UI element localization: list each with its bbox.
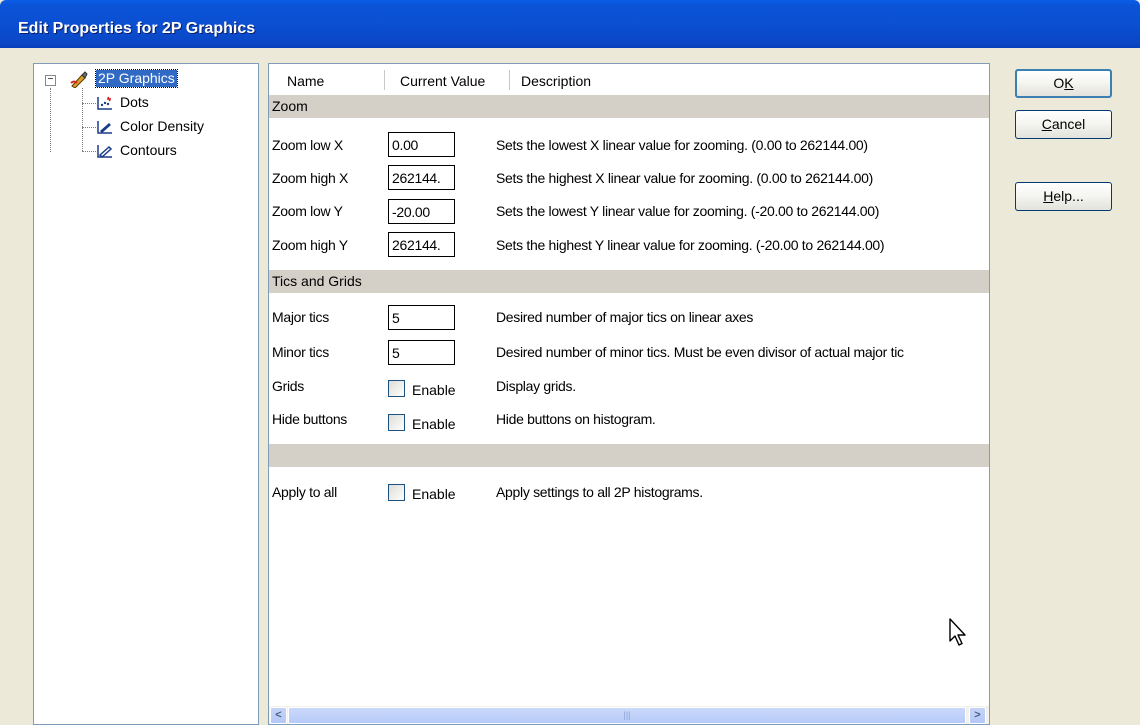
row-description: Desired number of minor tics. Must be ev… [496,344,904,360]
tree-connector [82,88,83,151]
section-blank [269,444,989,467]
row-description: Display grids. [496,378,576,394]
ok-button-label: OK [1053,75,1074,91]
mouse-pointer-icon [948,617,968,650]
help-button[interactable]: Help... [1015,182,1112,211]
checkbox-label[interactable]: Enable [412,382,456,398]
tree-connector [82,151,96,152]
grid-header: Name Current Value Description [269,64,989,94]
row-description: Hide buttons on histogram. [496,411,656,427]
zoom-low-y-input[interactable]: -20.00 [388,199,455,224]
category-tree[interactable]: − 2P Graphics Dots Color Density Contour… [33,63,259,725]
row-label-apply-to-all: Apply to all [272,484,337,500]
row-label-zoom-low-x: Zoom low X [272,137,343,153]
collapse-icon[interactable]: − [45,75,56,86]
row-description: Sets the lowest X linear value for zoomi… [496,137,868,153]
tree-connector [50,88,51,152]
window-title: Edit Properties for 2P Graphics [18,20,256,37]
column-header-current-value[interactable]: Current Value [400,73,485,89]
color-density-plot-icon [96,119,114,135]
major-tics-input[interactable]: 5 [388,305,455,330]
help-button-label: Help... [1043,188,1084,204]
row-description: Sets the highest X linear value for zoom… [496,170,873,186]
dot-plot-icon [96,95,114,111]
row-label-grids: Grids [272,378,304,394]
row-label-hide-buttons: Hide buttons [272,411,348,427]
scroll-left-arrow-icon[interactable]: < [270,707,287,724]
checkbox-label[interactable]: Enable [412,486,456,502]
row-description: Desired number of major tics on linear a… [496,309,754,325]
tree-connector [82,127,96,128]
row-label-zoom-low-y: Zoom low Y [272,203,343,219]
column-header-description[interactable]: Description [521,73,591,89]
cancel-button-label: Cancel [1041,116,1086,132]
ok-button[interactable]: OK [1015,69,1112,98]
column-divider[interactable] [384,70,385,90]
apply-to-all-checkbox[interactable] [388,484,405,501]
title-bar[interactable]: Edit Properties for 2P Graphics [0,0,1140,48]
row-description: Sets the lowest Y linear value for zoomi… [496,203,880,219]
property-grid[interactable]: Name Current Value Description Zoom Zoom… [268,63,990,725]
zoom-low-x-input[interactable]: 0.00 [388,132,455,157]
tree-connector [82,103,96,104]
row-label-zoom-high-y: Zoom high Y [272,237,348,253]
checkbox-label[interactable]: Enable [412,416,456,432]
section-tics-and-grids: Tics and Grids [269,270,989,293]
hide-buttons-checkbox[interactable] [388,414,405,431]
tree-item-label: Contours [120,142,177,158]
column-divider[interactable] [509,70,510,90]
column-header-name[interactable]: Name [287,73,324,89]
row-description: Apply settings to all 2P histograms. [496,484,703,500]
row-label-minor-tics: Minor tics [272,344,329,360]
cancel-button[interactable]: Cancel [1015,110,1112,139]
tree-item-label: Color Density [120,118,205,134]
zoom-high-y-input[interactable]: 262144. [388,232,455,257]
row-label-zoom-high-x: Zoom high X [272,170,349,186]
tree-item-label: 2P Graphics [95,69,178,88]
tree-item-label: Dots [120,94,149,110]
zoom-high-x-input[interactable]: 262144. [388,165,455,190]
grids-checkbox[interactable] [388,380,405,397]
scroll-right-arrow-icon[interactable]: > [969,707,986,724]
row-description: Sets the highest Y linear value for zoom… [496,237,885,253]
paintbrush-icon [70,71,88,89]
contour-plot-icon [96,143,114,159]
section-zoom: Zoom [269,95,989,118]
horizontal-scrollbar[interactable]: < ||| > [269,706,989,724]
scrollbar-thumb[interactable]: ||| [288,707,966,724]
minor-tics-input[interactable]: 5 [388,340,455,365]
row-label-major-tics: Major tics [272,309,329,325]
